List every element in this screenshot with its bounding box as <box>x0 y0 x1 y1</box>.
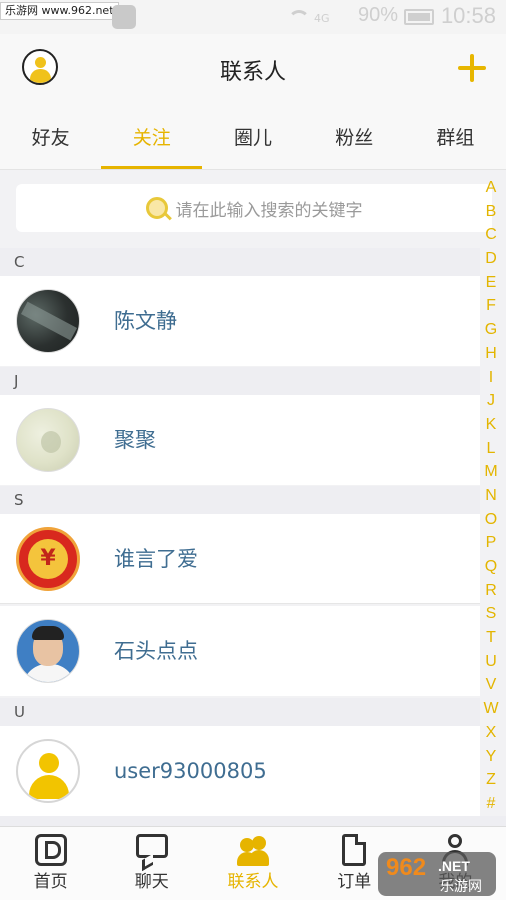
status-bar: 乐游网 www.962.net 4G 90% 10:58 <box>0 0 506 34</box>
index-letter[interactable]: N <box>480 484 502 508</box>
contact-row[interactable]: 陈文静 <box>0 276 480 366</box>
avatar-shirt <box>23 664 75 682</box>
contact-name: user93000805 <box>114 759 267 783</box>
page-title: 联系人 <box>219 60 286 85</box>
watermark-site: 乐游网 <box>440 879 482 895</box>
index-letter[interactable]: J <box>480 389 502 413</box>
index-letter[interactable]: E <box>480 271 502 295</box>
contact-row[interactable]: ¥ 谁言了爱 <box>0 514 480 604</box>
index-letter[interactable]: A <box>480 176 502 200</box>
order-icon <box>342 834 367 866</box>
notification-app-icon <box>112 5 136 29</box>
tab-fans[interactable]: 粉丝 <box>304 106 405 169</box>
contact-tabs: 好友 关注 圈儿 粉丝 群组 <box>0 106 506 170</box>
contact-row[interactable]: 石头点点 <box>0 606 480 696</box>
user-icon-head <box>39 753 59 773</box>
index-letter[interactable]: W <box>480 697 502 721</box>
index-letter[interactable]: T <box>480 626 502 650</box>
section-header-s: S <box>0 486 480 514</box>
contact-name: 谁言了爱 <box>114 547 198 571</box>
index-letter[interactable]: M <box>480 460 502 484</box>
battery-percent: 90% <box>358 4 399 26</box>
search-placeholder: 请在此输入搜索的关键字 <box>175 200 363 221</box>
contact-name: 陈文静 <box>114 309 177 333</box>
section-header-j: J <box>0 367 480 395</box>
index-letter[interactable]: R <box>480 579 502 603</box>
user-icon-body <box>29 775 69 799</box>
tab-friends[interactable]: 好友 <box>0 106 101 169</box>
index-letter[interactable]: D <box>480 247 502 271</box>
yen-coin-icon: ¥ <box>28 539 68 579</box>
index-letter[interactable]: # <box>480 792 502 816</box>
index-letter[interactable]: F <box>480 294 502 318</box>
wifi-icon <box>288 10 310 28</box>
status-clock: 10:58 <box>440 3 496 28</box>
index-letter[interactable]: V <box>480 673 502 697</box>
contacts-icon-body-1 <box>237 852 257 866</box>
avatar-hair <box>32 626 64 640</box>
contact-name: 聚聚 <box>114 428 156 452</box>
index-letter[interactable]: H <box>480 342 502 366</box>
contacts-icon <box>237 834 269 866</box>
index-letter[interactable]: I <box>480 366 502 390</box>
alphabet-index[interactable]: A B C D E F G H I J K L M N O P Q R S T … <box>480 176 502 816</box>
section-header-partial <box>0 816 506 826</box>
index-letter[interactable]: B <box>480 200 502 224</box>
watermark-domain: .NET <box>438 858 470 874</box>
index-letter[interactable]: O <box>480 508 502 532</box>
index-letter[interactable]: U <box>480 650 502 674</box>
index-letter[interactable]: L <box>480 437 502 461</box>
nav-home[interactable]: 首页 <box>0 827 101 900</box>
index-letter[interactable]: S <box>480 602 502 626</box>
index-letter[interactable]: P <box>480 531 502 555</box>
contact-row[interactable]: user93000805 <box>0 726 480 816</box>
nav-label: 联系人 <box>227 872 279 892</box>
watermark-label: 乐游网 www.962.net <box>0 2 119 20</box>
me-icon-head <box>448 834 463 848</box>
home-icon <box>34 834 67 866</box>
contact-name: 石头点点 <box>114 639 198 663</box>
avatar: ¥ <box>16 527 80 591</box>
index-letter[interactable]: X <box>480 721 502 745</box>
chat-icon <box>135 834 168 858</box>
index-letter[interactable]: C <box>480 223 502 247</box>
index-letter[interactable]: Y <box>480 745 502 769</box>
section-header-u: U <box>0 698 480 726</box>
watermark-number: 962 <box>386 854 427 881</box>
avatar <box>16 289 80 353</box>
nav-label: 聊天 <box>134 872 169 892</box>
tab-circle[interactable]: 圈儿 <box>202 106 303 169</box>
nav-contacts[interactable]: 联系人 <box>202 827 303 900</box>
index-letter[interactable]: Z <box>480 768 502 792</box>
search-input[interactable]: 请在此输入搜索的关键字 <box>16 184 492 232</box>
section-header-c: C <box>0 248 480 276</box>
contacts-icon-head-2 <box>252 836 266 850</box>
add-contact-button[interactable] <box>458 54 486 82</box>
avatar <box>16 619 80 683</box>
avatar <box>16 408 80 472</box>
index-letter[interactable]: G <box>480 318 502 342</box>
default-user-avatar-icon <box>16 739 80 803</box>
nav-chat[interactable]: 聊天 <box>101 827 202 900</box>
index-letter[interactable]: Q <box>480 555 502 579</box>
header-bar: 联系人 <box>0 34 506 106</box>
contact-row[interactable]: 聚聚 <box>0 395 480 485</box>
battery-icon <box>404 9 434 25</box>
search-icon <box>145 197 168 219</box>
contacts-icon-head-1 <box>240 838 254 852</box>
plus-icon-vertical <box>470 54 474 82</box>
index-letter[interactable]: K <box>480 413 502 437</box>
tab-groups[interactable]: 群组 <box>405 106 506 169</box>
watermark-logo: 962 .NET 乐游网 <box>378 852 496 896</box>
tab-following[interactable]: 关注 <box>101 106 203 169</box>
signal-label: 4G <box>314 12 330 25</box>
nav-label: 首页 <box>33 872 68 892</box>
